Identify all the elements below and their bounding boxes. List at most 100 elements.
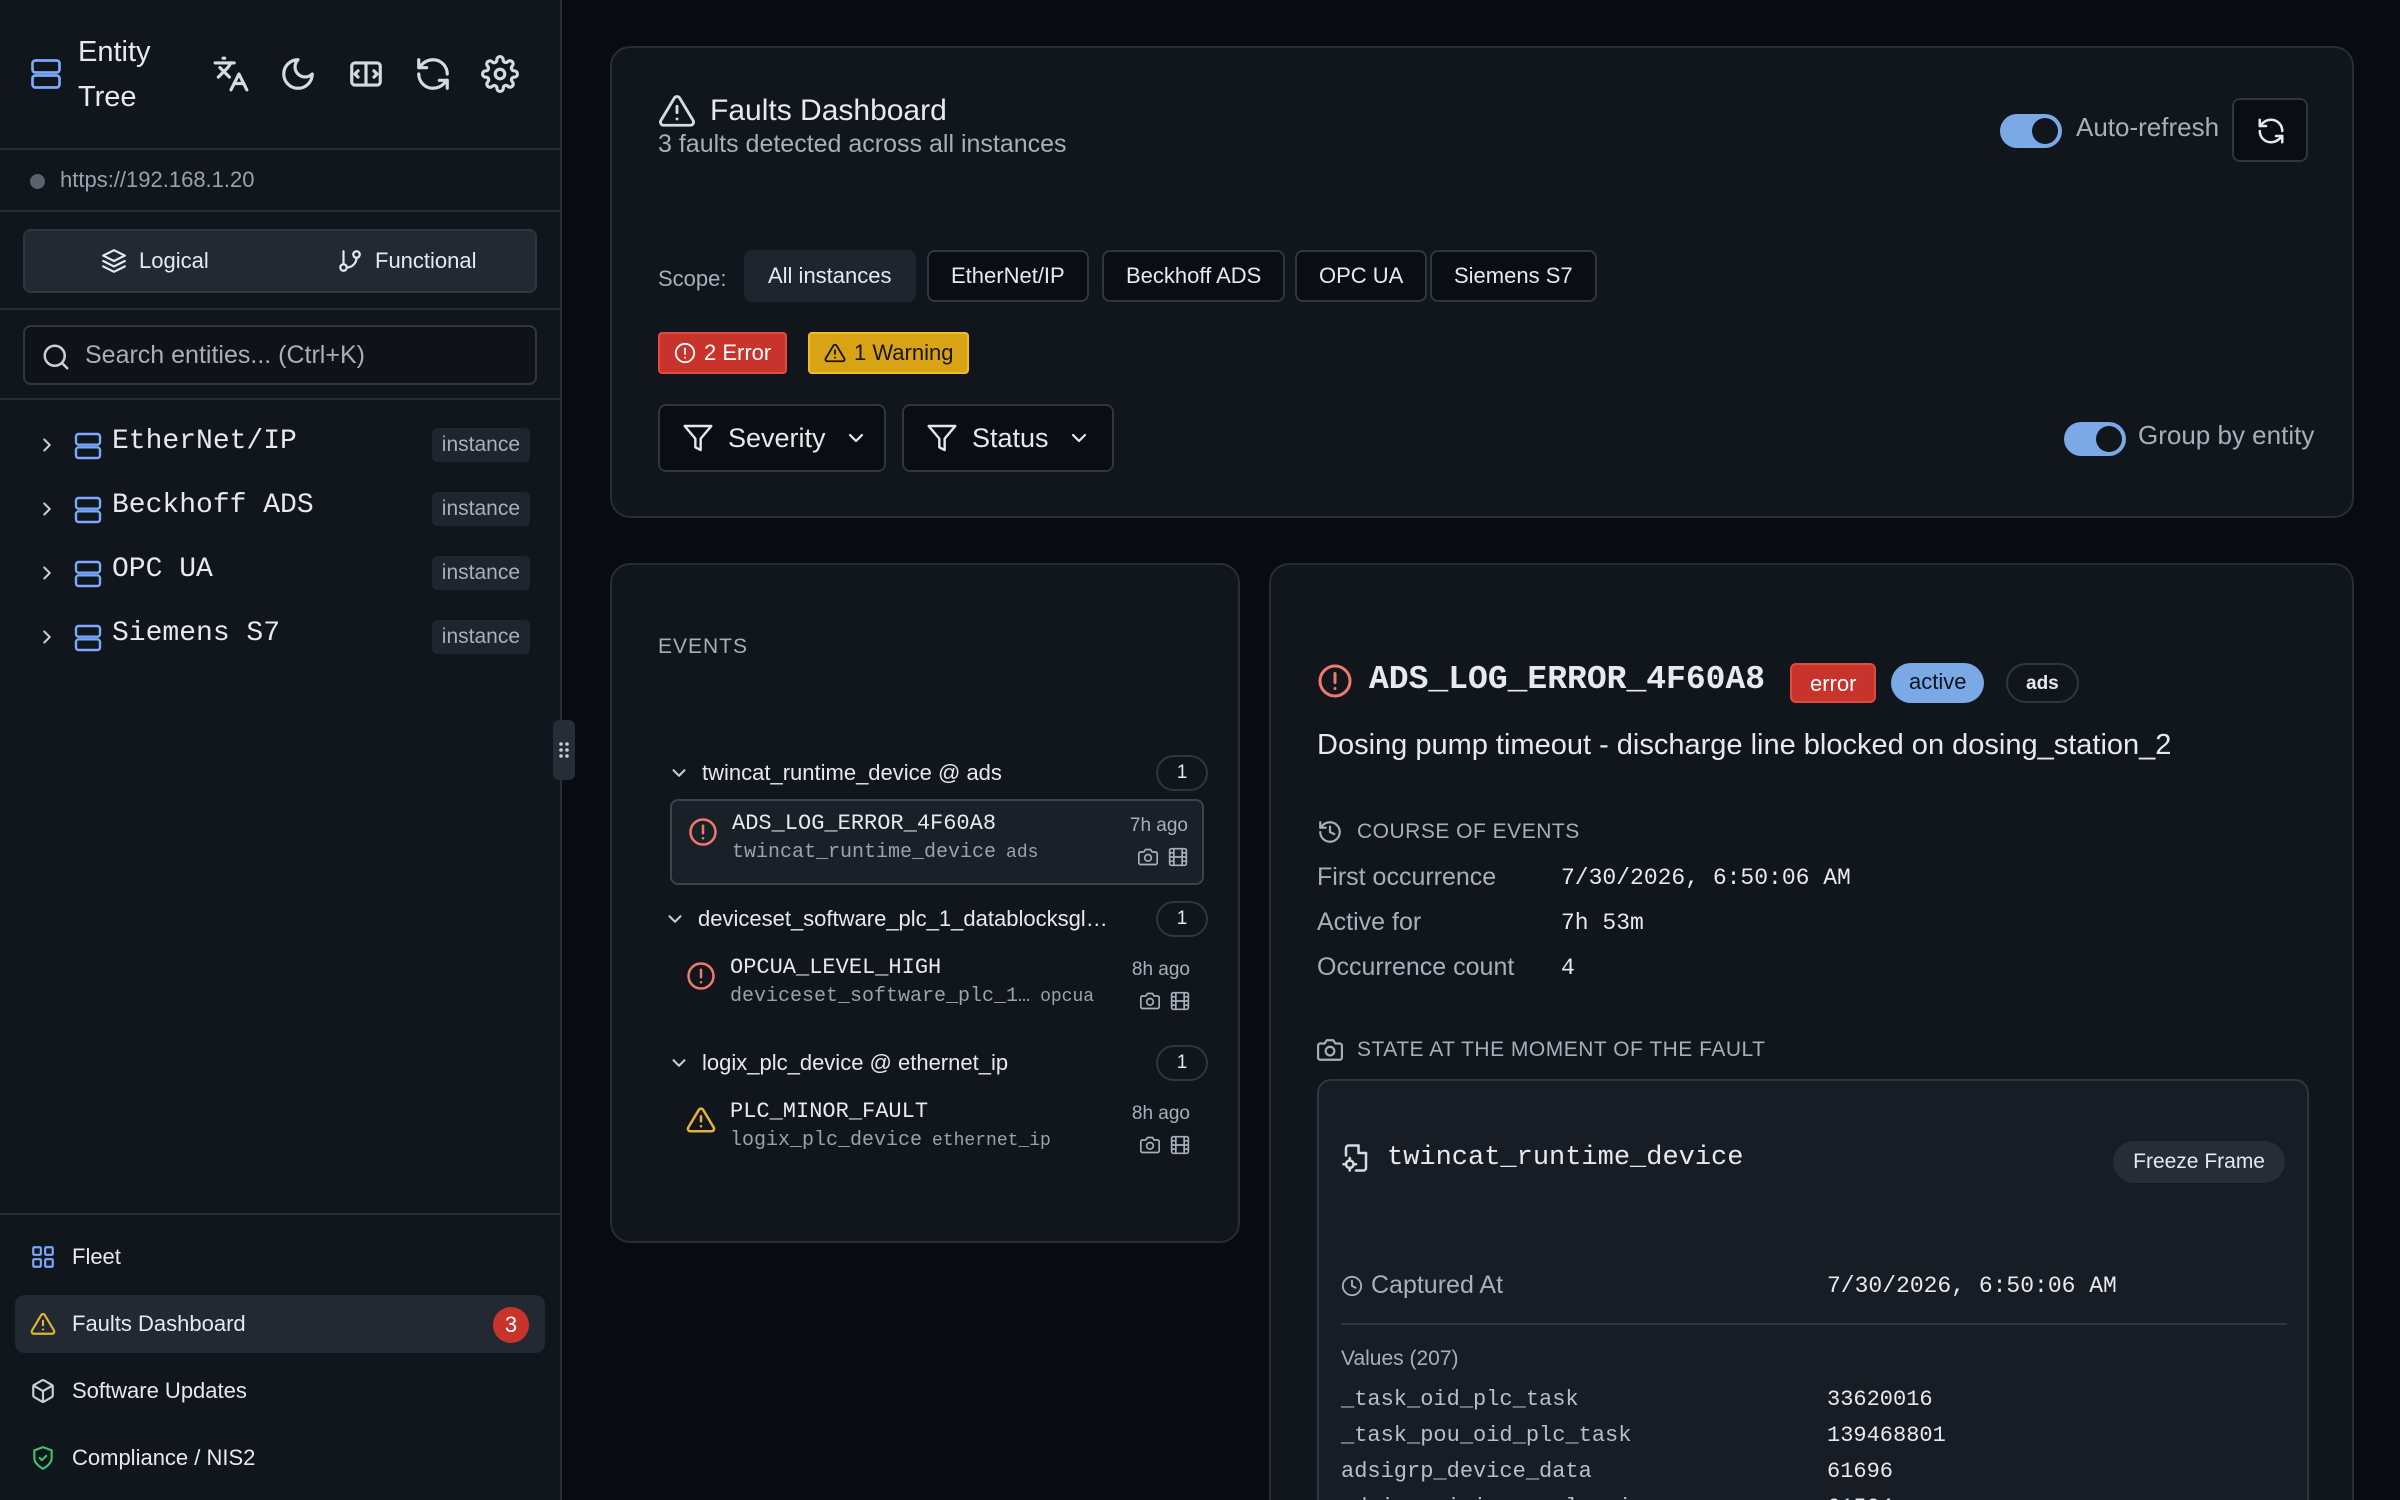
- occurrence-count-label: Occurrence count: [1317, 953, 1515, 981]
- app-title: Entity Tree: [78, 36, 151, 113]
- chevron-right-icon[interactable]: [36, 626, 58, 648]
- severity-filter[interactable]: Severity: [658, 404, 886, 472]
- event-item[interactable]: PLC_MINOR_FAULT logix_plc_device ethernet…: [670, 1089, 1204, 1175]
- layout-toggle-icon[interactable]: [347, 55, 385, 93]
- clock-icon: [1341, 1275, 1363, 1296]
- event-entity: logix_plc_device ethernet_ip: [730, 1129, 1051, 1152]
- alert-circle-icon: [674, 342, 696, 364]
- nav-item-fleet[interactable]: Fleet: [15, 1228, 545, 1286]
- view-logical-button[interactable]: Logical: [101, 231, 209, 291]
- status-filter-label: Status: [972, 422, 1049, 453]
- alert-circle-icon: [689, 818, 717, 846]
- state-entity-name: twincat_runtime_device: [1387, 1143, 1744, 1173]
- scope-label: Scope:: [658, 266, 727, 291]
- scope-chip-all[interactable]: All instances: [744, 250, 916, 302]
- tree-item-label: OPC UA: [112, 554, 213, 585]
- value-key: adsigrp_device_data: [1341, 1459, 1592, 1484]
- error-count-pill[interactable]: 2 Error: [658, 332, 788, 374]
- auto-refresh-label: Auto-refresh: [2076, 112, 2220, 142]
- event-code: ADS_LOG_ERROR_4F60A8: [732, 811, 997, 836]
- toggle-knob: [2032, 118, 2058, 144]
- fault-description: Dosing pump timeout - discharge line blo…: [1317, 729, 2172, 761]
- event-entity-label: deviceset_software_plc_1…: [730, 985, 1031, 1008]
- event-group-header[interactable]: logix_plc_device @ ethernet_ip 1: [668, 1043, 1208, 1083]
- nav-item-label: Software Updates: [72, 1378, 247, 1403]
- instance-tag: instance: [431, 620, 530, 654]
- scope-chip-siemens-s7[interactable]: Siemens S7: [1430, 250, 1597, 302]
- layers-icon: [102, 249, 126, 273]
- auto-refresh-toggle[interactable]: [2000, 114, 2062, 148]
- event-item[interactable]: ADS_LOG_ERROR_4F60A8 twincat_runtime_dev…: [670, 799, 1204, 885]
- history-icon: [1319, 821, 1341, 843]
- view-functional-button[interactable]: Functional: [337, 231, 477, 291]
- language-icon[interactable]: [212, 55, 250, 93]
- search-input[interactable]: [85, 335, 525, 375]
- grid-icon: [32, 1246, 54, 1268]
- instance-tag: instance: [431, 556, 530, 590]
- group-by-entity-toggle[interactable]: [2064, 422, 2126, 456]
- camera-icon[interactable]: [1140, 1135, 1160, 1155]
- sidebar-nav: Fleet Faults Dashboard 3 Software Update…: [0, 1213, 560, 1500]
- nav-item-software-updates[interactable]: Software Updates: [15, 1362, 545, 1420]
- event-actions: [1140, 991, 1190, 1011]
- view-logical-label: Logical: [139, 248, 209, 273]
- nav-item-compliance[interactable]: Compliance / NIS2: [15, 1429, 545, 1487]
- camera-icon: [1317, 1039, 1343, 1061]
- camera-icon[interactable]: [1140, 991, 1160, 1011]
- search-row: [0, 310, 560, 400]
- chevron-right-icon[interactable]: [36, 434, 58, 456]
- event-group-label: deviceset_software_plc_1_datablocksglo…: [698, 906, 1118, 931]
- entity-tree: EtherNet/IP instance Beckhoff ADS instan…: [0, 412, 560, 668]
- tree-item-label: Siemens S7: [112, 618, 281, 649]
- scope-chip-ethernet-ip[interactable]: EtherNet/IP: [927, 250, 1089, 302]
- event-item[interactable]: OPCUA_LEVEL_HIGH deviceset_software_plc_…: [670, 945, 1204, 1031]
- tree-item-siemens-s7[interactable]: Siemens S7 instance: [0, 604, 560, 668]
- warning-count-pill[interactable]: 1 Warning: [808, 332, 970, 374]
- chevron-down-icon: [1071, 433, 1086, 443]
- refresh-icon[interactable]: [414, 55, 452, 93]
- chevron-down-icon: [672, 769, 686, 777]
- event-group-header[interactable]: twincat_runtime_device @ ads 1: [668, 753, 1208, 793]
- nav-item-faults-dashboard[interactable]: Faults Dashboard 3: [15, 1295, 545, 1353]
- value-row: adsigrp_ioimage_cleari 61504: [1341, 1495, 2287, 1500]
- refresh-button[interactable]: [2232, 98, 2308, 162]
- film-icon[interactable]: [1170, 991, 1190, 1011]
- first-occurrence-label: First occurrence: [1317, 863, 1497, 891]
- camera-icon[interactable]: [1138, 847, 1158, 867]
- tree-item-label: Beckhoff ADS: [112, 490, 314, 521]
- sidebar-resize-handle[interactable]: [553, 720, 575, 780]
- scope-chip-opc-ua[interactable]: OPC UA: [1295, 250, 1428, 302]
- event-code: OPCUA_LEVEL_HIGH: [730, 955, 942, 980]
- file-settings-icon: [1342, 1144, 1368, 1172]
- event-actions: [1138, 847, 1188, 867]
- tree-item-beckhoff-ads[interactable]: Beckhoff ADS instance: [0, 476, 560, 540]
- settings-gear-icon[interactable]: [481, 55, 519, 93]
- dark-mode-icon[interactable]: [279, 55, 317, 93]
- chevron-right-icon[interactable]: [36, 498, 58, 520]
- event-entity: deviceset_software_plc_1… opcua: [730, 985, 1094, 1008]
- connection-url-row: https://192.168.1.20: [0, 150, 560, 212]
- event-group-count: 1: [1156, 1045, 1208, 1081]
- events-title: EVENTS: [658, 635, 749, 658]
- filter-icon: [683, 424, 713, 452]
- status-filter[interactable]: Status: [902, 404, 1114, 472]
- scope-chip-beckhoff-ads[interactable]: Beckhoff ADS: [1102, 250, 1286, 302]
- values-title: Values (207): [1341, 1347, 1459, 1370]
- error-count-label: 2 Error: [704, 340, 772, 365]
- film-icon[interactable]: [1168, 847, 1188, 867]
- film-icon[interactable]: [1170, 1135, 1190, 1155]
- tree-item-ethernet-ip[interactable]: EtherNet/IP instance: [0, 412, 560, 476]
- event-group-header[interactable]: deviceset_software_plc_1_datablocksglo… …: [664, 899, 1208, 939]
- alert-circle-icon: [687, 962, 715, 990]
- chevron-right-icon[interactable]: [36, 562, 58, 584]
- view-switcher: Logical Functional: [23, 229, 537, 293]
- page-title: Faults Dashboard: [710, 94, 947, 127]
- server-icon: [31, 59, 61, 89]
- tree-item-opc-ua[interactable]: OPC UA instance: [0, 540, 560, 604]
- status-badge: active: [1891, 663, 1985, 703]
- freeze-frame-card: twincat_runtime_device Freeze Frame Capt…: [1317, 1079, 2309, 1500]
- active-for-value: 7h 53m: [1561, 910, 1644, 936]
- freeze-frame-badge: Freeze Frame: [2113, 1141, 2285, 1183]
- instance-tag: instance: [431, 492, 530, 526]
- divider: [1341, 1323, 2287, 1325]
